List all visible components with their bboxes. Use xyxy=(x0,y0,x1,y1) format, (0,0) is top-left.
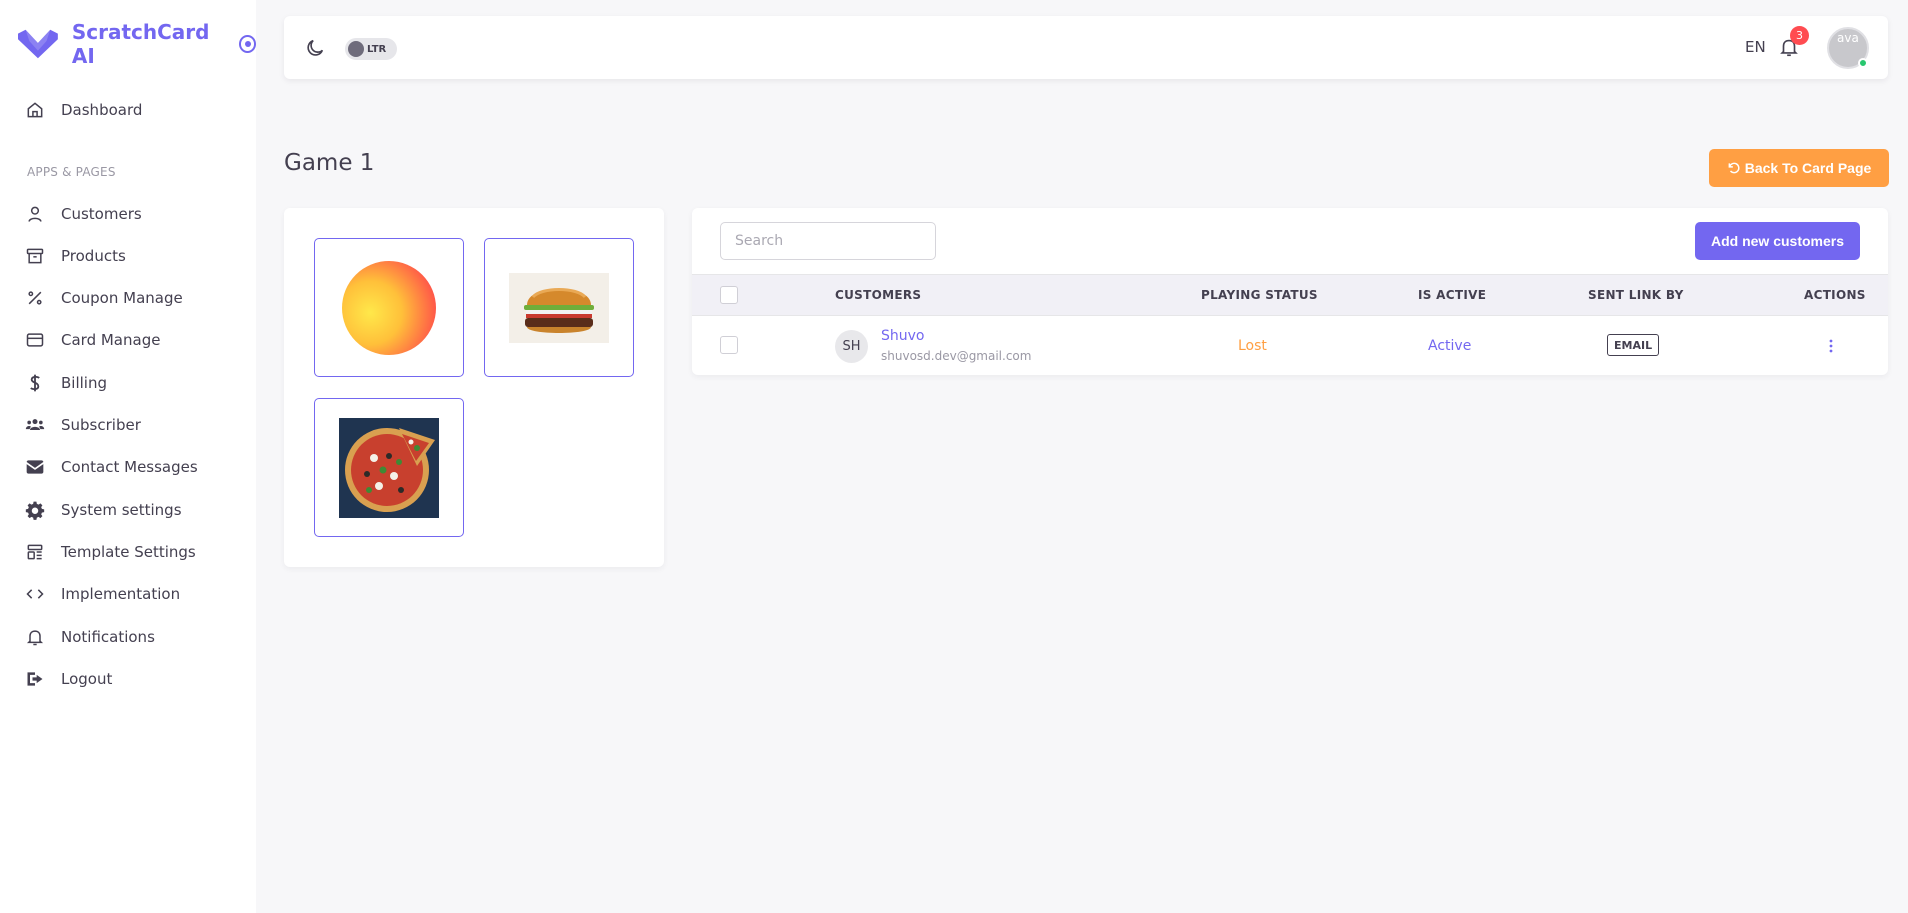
sidebar-section-label: APPS & PAGES xyxy=(27,165,116,179)
dollar-icon xyxy=(24,372,46,394)
sidebar-item-label: Coupon Manage xyxy=(61,289,183,307)
sidebar-item-logout[interactable]: Logout xyxy=(24,663,112,695)
gear-icon xyxy=(24,499,46,521)
language-selector[interactable]: EN xyxy=(1745,38,1766,56)
sidebar-item-label: Products xyxy=(61,247,126,265)
column-header-actions: ACTIONS xyxy=(1804,288,1866,302)
sidebar-item-coupon-manage[interactable]: Coupon Manage xyxy=(24,282,183,314)
user-icon xyxy=(24,203,46,225)
moon-icon[interactable] xyxy=(304,37,326,59)
row-checkbox[interactable] xyxy=(720,336,738,354)
sidebar-item-notifications[interactable]: Notifications xyxy=(24,621,155,653)
direction-toggle[interactable]: LTR xyxy=(345,38,397,60)
prize-tile-peach[interactable] xyxy=(314,238,464,377)
sidebar-item-contact-messages[interactable]: Contact Messages xyxy=(24,451,198,483)
back-button-label: Back To Card Page xyxy=(1744,160,1872,176)
sidebar-item-label: Implementation xyxy=(61,585,181,603)
sidebar-item-card-manage[interactable]: Card Manage xyxy=(24,324,160,356)
customer-email: shuvosd.dev@gmail.com xyxy=(881,349,1032,363)
back-to-card-page-button[interactable]: Back To Card Page xyxy=(1709,149,1889,187)
sidebar-item-customers[interactable]: Customers xyxy=(24,198,142,230)
sidebar-item-label: Subscriber xyxy=(61,416,141,434)
customer-avatar: SH xyxy=(835,330,868,363)
more-vertical-icon[interactable] xyxy=(1826,338,1836,354)
add-new-customers-button[interactable]: Add new customers xyxy=(1695,222,1860,260)
select-all-checkbox[interactable] xyxy=(720,286,738,304)
sidebar-item-label: Template Settings xyxy=(61,543,196,561)
bell-icon xyxy=(24,626,46,648)
customer-name[interactable]: Shuvo xyxy=(881,328,924,344)
sidebar: ScratchCard AI Dashboard APPS & PAGES Cu… xyxy=(0,0,257,913)
page-title: Game 1 xyxy=(284,150,375,176)
credit-card-icon xyxy=(24,329,46,351)
table-row xyxy=(692,316,1888,375)
search-input[interactable] xyxy=(720,222,936,260)
sidebar-item-label: Dashboard xyxy=(61,101,143,119)
home-icon xyxy=(24,99,46,121)
prize-tile-burger[interactable] xyxy=(484,238,634,377)
envelope-icon xyxy=(24,456,46,478)
sidebar-item-label: Billing xyxy=(61,374,107,392)
column-header-sent-link-by[interactable]: SENT LINK BY xyxy=(1588,288,1684,302)
sidebar-item-label: Notifications xyxy=(61,628,155,646)
toggle-knob xyxy=(348,41,364,57)
direction-label: LTR xyxy=(367,43,387,55)
notification-count-badge: 3 xyxy=(1790,26,1809,45)
sidebar-item-label: Contact Messages xyxy=(61,458,198,476)
peach-image xyxy=(342,260,436,355)
rotate-left-icon xyxy=(1728,162,1740,174)
archive-icon xyxy=(24,245,46,267)
brand[interactable]: ScratchCard AI xyxy=(18,20,257,68)
active-status: Active xyxy=(1428,338,1472,354)
sidebar-item-implementation[interactable]: Implementation xyxy=(24,578,180,610)
online-status-dot xyxy=(1858,58,1868,68)
sidebar-item-label: Customers xyxy=(61,205,142,223)
sidebar-collapse-toggle-icon[interactable] xyxy=(238,35,257,53)
topbar: LTR EN 3 ava xyxy=(284,16,1888,79)
pizza-image xyxy=(339,417,439,518)
sidebar-item-label: Logout xyxy=(61,670,113,688)
prize-tile-pizza[interactable] xyxy=(314,398,464,537)
brand-logo-icon xyxy=(18,29,58,59)
sidebar-item-dashboard[interactable]: Dashboard xyxy=(24,94,142,126)
sent-link-badge: EMAIL xyxy=(1607,334,1660,356)
percent-icon xyxy=(24,287,46,309)
sidebar-item-template-settings[interactable]: Template Settings xyxy=(24,536,196,568)
column-header-playing-status[interactable]: PLAYING STATUS xyxy=(1201,288,1318,302)
sidebar-item-billing[interactable]: Billing xyxy=(24,367,107,399)
column-header-is-active[interactable]: IS ACTIVE xyxy=(1418,288,1486,302)
sidebar-item-products[interactable]: Products xyxy=(24,240,126,272)
avatar-alt-text: ava xyxy=(1837,31,1859,45)
logout-icon xyxy=(24,668,46,690)
burger-image xyxy=(509,272,609,343)
brand-name: ScratchCard AI xyxy=(71,20,210,68)
prize-image-card xyxy=(284,208,664,567)
sidebar-item-label: Card Manage xyxy=(61,331,161,349)
table-header: CUSTOMERS PLAYING STATUS IS ACTIVE SENT … xyxy=(692,274,1888,316)
code-icon xyxy=(24,583,46,605)
column-header-customers[interactable]: CUSTOMERS xyxy=(835,288,921,302)
sidebar-item-subscriber[interactable]: Subscriber xyxy=(24,409,141,441)
playing-status: Lost xyxy=(1238,338,1267,354)
sidebar-item-system-settings[interactable]: System settings xyxy=(24,494,182,526)
users-icon xyxy=(24,414,46,436)
layout-icon xyxy=(24,541,46,563)
sidebar-item-label: System settings xyxy=(61,501,182,519)
customers-table-card: Add new customers CUSTOMERS PLAYING STAT… xyxy=(692,208,1888,375)
